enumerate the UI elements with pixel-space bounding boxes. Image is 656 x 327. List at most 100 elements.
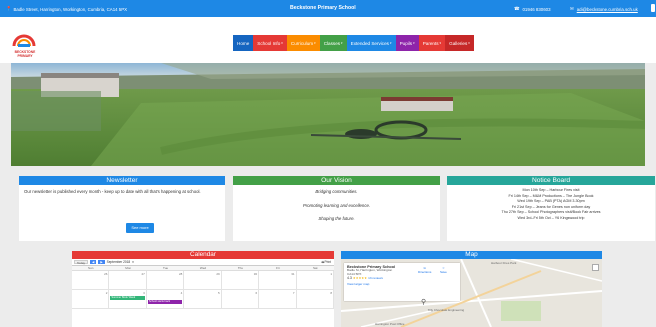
notice-item[interactable]: Wed 3rd–Fri 5th Oct – Y6 Kingswood trip <box>452 216 650 222</box>
map-label: Tilly Chocolate Engineering <box>427 308 465 312</box>
calendar-day-cell[interactable]: 5 <box>184 290 222 309</box>
nav-item-parents[interactable]: Parents ▾ <box>418 35 446 51</box>
nav-label: Home <box>237 40 250 46</box>
calendar-day-cell[interactable]: 8 <box>296 290 334 309</box>
nav-label: Extended Services <box>350 40 389 46</box>
mail-icon: ✉ <box>570 6 574 11</box>
month-label[interactable]: September 2018 <box>107 260 131 264</box>
next-month-icon[interactable]: ▶ <box>98 260 105 264</box>
more-icon[interactable] <box>651 4 655 12</box>
calendar-date: 8 <box>330 291 332 295</box>
calendar-day-cell[interactable]: 31 <box>259 271 297 290</box>
chevron-down-icon: ▾ <box>281 41 283 45</box>
location-pin-icon: 📍 <box>6 6 12 11</box>
calendar-date: 4 <box>180 291 183 295</box>
calendar-title: Calendar <box>72 251 334 259</box>
chevron-down-icon: ▾ <box>439 41 442 45</box>
phone-text: 01946 830603 <box>522 6 551 12</box>
notice-board-card: Notice Board Mon 10th Sep – Harbour Fire… <box>447 176 655 241</box>
calendar-day-cell[interactable]: 3 Summer Book Week <box>109 290 147 309</box>
calendar-day-cell[interactable]: 4 School starts back <box>146 290 185 309</box>
logo-text: BECKSTONE PRIMARY <box>14 50 36 58</box>
map-rating: 4.3 <box>347 276 352 281</box>
address: 📍 Badle Street, Harrington, Workington, … <box>6 6 127 12</box>
phone-icon: ☎ <box>514 6 520 11</box>
calendar-date: 3 <box>143 291 145 295</box>
vision-line: Promoting learning and excellence. <box>302 202 371 208</box>
calendar-date: 30 <box>253 272 258 276</box>
calendar-day-cell[interactable]: 6 <box>221 290 260 309</box>
view-larger-map-link[interactable]: View larger map <box>347 282 457 286</box>
chevron-down-icon: ▾ <box>468 41 470 45</box>
calendar-date: 31 <box>291 272 295 276</box>
calendar-widget: Calendar Today ◀ ▶ September 2018 ▾ 🖶Pri… <box>72 251 334 327</box>
nav-item-home[interactable]: Home <box>233 35 254 51</box>
header: BECKSTONE PRIMARY Home School Info ▾ Curric… <box>0 17 656 63</box>
top-bar: 📍 Badle Street, Harrington, Workington, … <box>0 0 656 17</box>
calendar-date: 1 <box>330 272 332 276</box>
chevron-down-icon: ▾ <box>389 41 392 45</box>
notice-body: Mon 10th Sep – Harbour Fires visit Fri 1… <box>447 185 655 225</box>
school-name: Beckstone Primary School <box>290 5 356 11</box>
map-pin-icon[interactable]: ⚲ <box>421 298 426 306</box>
print-label: Print <box>324 260 331 264</box>
month-dropdown-icon[interactable]: ▾ <box>132 260 134 264</box>
calendar-toolbar: Today ◀ ▶ September 2018 ▾ 🖶Print <box>72 259 334 265</box>
vision-title: Our Vision <box>233 176 440 185</box>
see-more-button[interactable]: See more <box>126 223 154 233</box>
calendar-grid: Sun Mon Tue Wed Thu Fri Sat 26 27 28 29 30 31 1 2 3 Summ… <box>72 265 334 309</box>
calendar-event[interactable]: Summer Book Week <box>110 296 145 300</box>
save-label: Save <box>440 270 447 274</box>
print-button[interactable]: 🖶Print <box>321 260 331 266</box>
nav-label: Classes <box>323 40 341 46</box>
nav-item-curriculum[interactable]: Curriculum ▾ <box>286 35 320 51</box>
nav-item-extended-services[interactable]: Extended Services ▾ <box>346 35 396 51</box>
newsletter-title: Newsletter <box>19 176 225 185</box>
calendar-date: 26 <box>104 272 108 276</box>
calendar-day-cell[interactable]: 2 <box>72 290 110 309</box>
nav-item-pupils[interactable]: Pupils ▾ <box>395 35 419 51</box>
email-text: adi@beckstone.cumbria.sch.uk <box>576 6 638 12</box>
today-button[interactable]: Today <box>74 260 89 265</box>
calendar-date: 2 <box>105 291 108 295</box>
map-info-panel: Beckstone Primary School Badle St, Harri… <box>344 263 460 301</box>
calendar-day-cell[interactable]: 29 <box>184 271 222 290</box>
phone[interactable]: ☎ 01946 830603 <box>514 6 551 12</box>
calendar-date: 7 <box>292 291 295 295</box>
map-label: Harrington Post Office <box>375 322 405 326</box>
reviews-link[interactable]: 13 reviews <box>368 276 383 280</box>
save-button[interactable]: ☆ Save <box>440 266 447 274</box>
calendar-day-cell[interactable]: 7 <box>259 290 297 309</box>
map-title: Map <box>341 251 602 259</box>
prev-month-icon[interactable]: ◀ <box>90 260 97 264</box>
calendar-date: 27 <box>141 272 145 276</box>
calendar-date: 29 <box>216 272 220 276</box>
newsletter-card: Newsletter Our newsletter is published e… <box>19 176 225 241</box>
nav-item-school-info[interactable]: School Info ▾ <box>253 35 287 51</box>
fullscreen-icon[interactable] <box>592 264 599 271</box>
nav-label: Curriculum <box>290 40 314 46</box>
calendar-day-cell[interactable]: 27 <box>109 271 147 290</box>
calendar-day-cell[interactable]: 1 <box>296 271 334 290</box>
email-link[interactable]: ✉ adi@beckstone.cumbria.sch.uk <box>570 6 638 12</box>
nav-label: School Info <box>257 40 281 46</box>
calendar-day-cell[interactable]: 26 <box>72 271 110 290</box>
nav-item-galleries[interactable]: Galleries ▾ <box>445 35 474 51</box>
map-label: Harbour Fires Park <box>491 261 517 265</box>
address-text: Badle Street, Harrington, Workington, Cu… <box>13 6 128 12</box>
directions-button[interactable]: ➥ Directions <box>418 266 431 274</box>
calendar-day-cell[interactable]: 30 <box>221 271 260 290</box>
nav-label: Galleries <box>449 40 468 46</box>
calendar-event[interactable]: School starts back <box>147 300 183 304</box>
calendar-day-cell[interactable]: 28 <box>146 271 185 290</box>
vision-line: Bridging communities. <box>315 189 358 194</box>
directions-label: Directions <box>418 270 432 274</box>
map-address: Badle St, Harrington, Workington CA14 5P… <box>347 268 393 276</box>
map-widget[interactable]: Map Beckstone Primary School Badle St, H… <box>341 251 602 327</box>
vision-card: Our Vision Bridging communities. Promoti… <box>233 176 440 241</box>
hero-image <box>11 63 645 166</box>
chevron-down-icon: ▾ <box>314 41 316 45</box>
nav-label: Parents <box>422 40 439 46</box>
nav-item-classes[interactable]: Classes ▾ <box>319 35 347 51</box>
rating-stars-icon: ★★★★★ <box>352 276 368 281</box>
